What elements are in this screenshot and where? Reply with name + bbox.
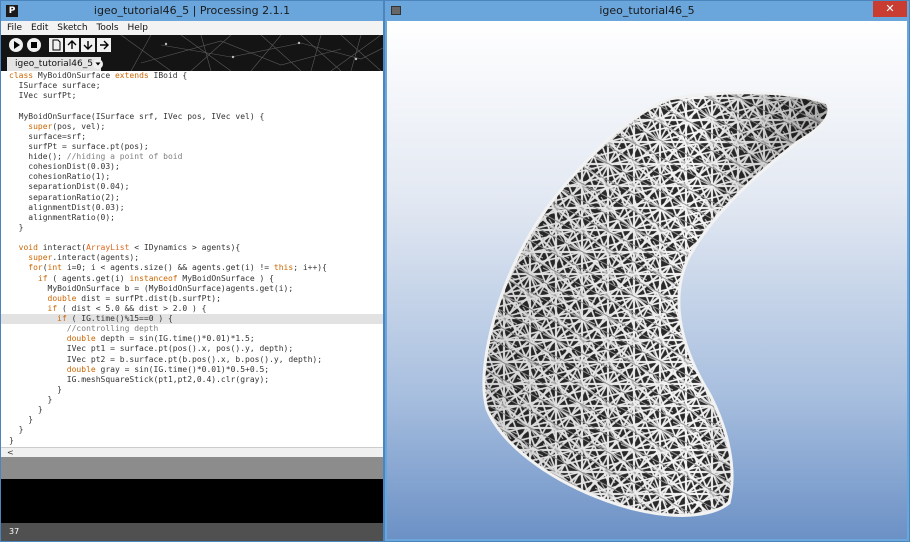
code-line[interactable]: double dist = surfPt.dist(b.surfPt); [1, 294, 383, 304]
stop-icon [31, 42, 37, 48]
code-line[interactable]: } [1, 425, 383, 435]
boid-surface-render [482, 91, 831, 517]
editor-titlebar[interactable]: P igeo_tutorial46_5 | Processing 2.1.1 [1, 1, 383, 21]
code-line[interactable]: if ( dist < 5.0 && dist > 2.0 ) { [1, 304, 383, 314]
code-line[interactable]: } [1, 223, 383, 233]
code-editor[interactable]: class MyBoidOnSurface extends IBoid { IS… [1, 71, 383, 447]
tab-menu-button[interactable] [93, 59, 103, 69]
horizontal-scrollbar[interactable]: < [1, 447, 383, 457]
close-button[interactable]: ✕ [873, 1, 907, 17]
code-line[interactable]: super.interact(agents); [1, 253, 383, 263]
sketch-titlebar[interactable]: igeo_tutorial46_5 ✕ [385, 1, 909, 21]
code-line[interactable]: } [1, 415, 383, 425]
code-line[interactable]: separationRatio(2); [1, 193, 383, 203]
sketch-output-window: igeo_tutorial46_5 ✕ [384, 0, 910, 542]
chevron-down-icon [95, 62, 101, 66]
menu-edit[interactable]: Edit [31, 23, 48, 33]
export-icon [100, 40, 109, 50]
scroll-left-arrow[interactable]: < [7, 448, 14, 457]
new-button[interactable] [49, 38, 63, 52]
code-line[interactable]: IVec surfPt; [1, 91, 383, 101]
code-line[interactable]: cohesionDist(0.03); [1, 162, 383, 172]
menu-bar: File Edit Sketch Tools Help [1, 21, 383, 35]
line-number-indicator: 37 [1, 523, 383, 541]
stop-button[interactable] [27, 38, 41, 52]
new-file-icon [52, 39, 61, 51]
code-line[interactable]: IG.meshSquareStick(pt1,pt2,0.4).clr(gray… [1, 375, 383, 385]
sketch-tab-row: igeo_tutorial46_5 [1, 55, 383, 71]
code-line[interactable]: //controlling depth [1, 324, 383, 334]
code-line[interactable]: } [1, 385, 383, 395]
sketch-window-title: igeo_tutorial46_5 [599, 4, 695, 17]
code-line[interactable]: if ( IG.time()%15==0 ) { [1, 314, 383, 325]
code-line[interactable]: class MyBoidOnSurface extends IBoid { [1, 71, 383, 81]
export-button[interactable] [97, 38, 111, 52]
processing-editor-window: P igeo_tutorial46_5 | Processing 2.1.1 F… [0, 0, 384, 542]
code-line[interactable]: } [1, 436, 383, 446]
run-button[interactable] [9, 38, 23, 52]
code-line[interactable]: hide(); //hiding a point of boid [1, 152, 383, 162]
save-icon [83, 41, 93, 50]
open-icon [67, 40, 77, 49]
message-area [1, 457, 383, 479]
code-line[interactable]: surfPt = surface.pt(pos); [1, 142, 383, 152]
code-line[interactable]: IVec pt1 = surface.pt(pos().x, pos().y, … [1, 344, 383, 354]
code-line[interactable]: alignmentDist(0.03); [1, 203, 383, 213]
code-line[interactable]: for(int i=0; i < agents.size() && agents… [1, 263, 383, 273]
code-line[interactable]: MyBoidOnSurface b = (MyBoidOnSurface)age… [1, 284, 383, 294]
editor-window-title: igeo_tutorial46_5 | Processing 2.1.1 [93, 4, 291, 17]
code-line[interactable]: cohesionRatio(1); [1, 172, 383, 182]
code-line[interactable]: } [1, 405, 383, 415]
code-line[interactable]: } [1, 395, 383, 405]
console-area[interactable] [1, 479, 383, 523]
code-line[interactable]: separationDist(0.04); [1, 182, 383, 192]
tab-igeo-tutorial[interactable]: igeo_tutorial46_5 [7, 57, 101, 71]
code-line[interactable]: if ( agents.get(i) instanceof MyBoidOnSu… [1, 274, 383, 284]
code-line[interactable]: alignmentRatio(0); [1, 213, 383, 223]
play-icon [14, 41, 20, 49]
code-line[interactable]: double depth = sin(IG.time()*0.01)*1.5; [1, 334, 383, 344]
open-button[interactable] [65, 38, 79, 52]
sketch-canvas[interactable] [387, 21, 907, 539]
code-line[interactable] [1, 101, 383, 111]
save-button[interactable] [81, 38, 95, 52]
menu-tools[interactable]: Tools [96, 23, 118, 33]
code-line[interactable]: void interact(ArrayList < IDynamics > ag… [1, 243, 383, 253]
code-line[interactable]: surface=srf; [1, 132, 383, 142]
code-line[interactable]: MyBoidOnSurface(ISurface srf, IVec pos, … [1, 112, 383, 122]
menu-sketch[interactable]: Sketch [57, 23, 87, 33]
code-line[interactable]: double gray = sin(IG.time()*0.01)*0.5+0.… [1, 365, 383, 375]
code-line[interactable] [1, 233, 383, 243]
menu-file[interactable]: File [7, 23, 22, 33]
code-line[interactable]: super(pos, vel); [1, 122, 383, 132]
code-line[interactable]: ISurface surface; [1, 81, 383, 91]
code-line[interactable]: IVec pt2 = b.surface.pt(b.pos().x, b.pos… [1, 355, 383, 365]
menu-help[interactable]: Help [128, 23, 149, 33]
